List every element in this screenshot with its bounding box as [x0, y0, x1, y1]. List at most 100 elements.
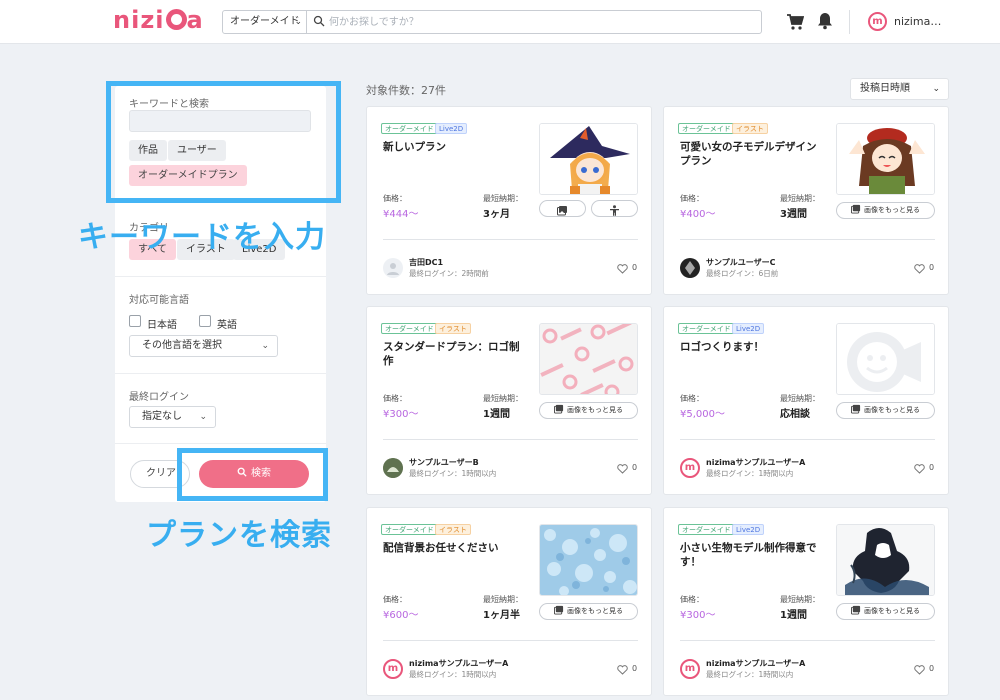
motion-preview-button[interactable] — [591, 200, 638, 217]
heart-icon[interactable] — [914, 264, 925, 274]
plan-price: ¥300〜 — [680, 610, 716, 621]
more-images-label: 画像をもっと見る — [864, 206, 920, 214]
plan-thumbnail[interactable] — [539, 123, 638, 195]
divider — [115, 276, 326, 277]
last-login: 最終ログイン：1時間以内 — [706, 670, 794, 679]
heart-icon[interactable] — [914, 665, 925, 675]
more-images-label: 画像をもっと見る — [864, 607, 920, 615]
delivery-label: 最短納期： — [780, 194, 820, 203]
card-divider — [680, 439, 935, 440]
plan-title[interactable]: 配信背景お任せください — [383, 541, 525, 555]
plan-thumbnail[interactable] — [836, 524, 935, 596]
image-icon — [851, 204, 861, 214]
cart-icon[interactable] — [786, 13, 804, 31]
plan-card[interactable]: オーダーメイド Live2D 新しいプラン 価格： 最短納期： ¥444〜 3ヶ… — [366, 106, 652, 295]
tag-illustration: イラスト — [435, 323, 471, 334]
sort-dropdown[interactable]: 投稿日時順 ⌄ — [850, 78, 949, 100]
plan-title[interactable]: ロゴつくります！ — [680, 340, 822, 354]
plan-card[interactable]: オーダーメイド イラスト 可愛い女の子モデルデザインプラン 価格： 最短納期： … — [663, 106, 949, 295]
user-name[interactable]: nizimaサンプルユーザーA — [706, 658, 805, 669]
language-label: 対応可能言語 — [129, 295, 189, 306]
plan-card[interactable]: オーダーメイド イラスト スタンダードプラン：ロゴ制作 価格： 最短納期： ¥3… — [366, 306, 652, 495]
heart-icon[interactable] — [617, 264, 628, 274]
other-language-dropdown[interactable]: その他言語を選択 ⌄ — [129, 335, 278, 357]
image-icon — [851, 605, 861, 615]
notification-bell-icon[interactable] — [817, 12, 833, 30]
plan-card[interactable]: オーダーメイド Live2D ロゴつくります！ 価格： 最短納期： ¥5,000… — [663, 306, 949, 495]
sort-value: 投稿日時順 — [860, 83, 910, 94]
plan-delivery: 3ヶ月 — [483, 209, 510, 220]
plan-card[interactable]: オーダーメイド イラスト 配信背景お任せください 価格： 最短納期： ¥600〜… — [366, 507, 652, 696]
user-name[interactable]: nizimaサンプルユーザーA — [706, 457, 805, 468]
more-images-button[interactable]: 画像をもっと見る — [539, 402, 638, 419]
more-images-button[interactable]: 画像をもっと見る — [539, 603, 638, 620]
price-label: 価格： — [383, 394, 407, 403]
user-avatar[interactable]: m — [868, 12, 887, 31]
tag-order: オーダーメイド — [381, 524, 438, 535]
plan-price: ¥300〜 — [383, 409, 419, 420]
search-highlight-box — [177, 448, 328, 501]
language-english-checkbox[interactable] — [199, 315, 211, 327]
more-images-label: 画像をもっと見る — [567, 607, 623, 615]
more-images-label: 画像をもっと見る — [567, 406, 623, 414]
tag-live2d: Live2D — [732, 524, 765, 535]
user-name[interactable]: サンプルユーザーC — [706, 257, 775, 268]
result-count: 対象件数：27件 — [366, 84, 446, 97]
search-category-select[interactable]: オーダーメイド ⌄ — [223, 11, 307, 33]
like-count: 0 — [929, 664, 935, 673]
delivery-label: 最短納期： — [780, 394, 820, 403]
user-avatar[interactable] — [383, 458, 403, 478]
user-avatar[interactable]: m — [680, 659, 700, 679]
search-icon — [313, 15, 325, 27]
tag-order: オーダーメイド — [381, 123, 438, 134]
nizima-logo[interactable]: nizi a — [113, 6, 204, 34]
card-divider — [383, 439, 638, 440]
heart-icon[interactable] — [617, 665, 628, 675]
language-japanese-checkbox[interactable] — [129, 315, 141, 327]
user-avatar[interactable]: m — [383, 659, 403, 679]
more-images-button[interactable]: 画像をもっと見る — [836, 402, 935, 419]
user-avatar[interactable] — [383, 258, 403, 278]
user-name[interactable]: サンプルユーザーB — [409, 457, 479, 468]
price-label: 価格： — [680, 394, 704, 403]
more-images-button[interactable] — [539, 200, 586, 217]
price-label: 価格： — [383, 595, 407, 604]
plan-title[interactable]: 可愛い女の子モデルデザインプラン — [680, 140, 822, 168]
user-avatar[interactable] — [680, 258, 700, 278]
person-icon — [610, 205, 619, 216]
search-annotation: プランを検索 — [146, 518, 332, 553]
user-name[interactable]: nizimaサンプルユーザーA — [409, 658, 508, 669]
search-bar: オーダーメイド ⌄ — [222, 10, 762, 34]
user-name[interactable]: nizima… — [894, 15, 941, 28]
other-language-value: その他言語を選択 — [142, 340, 222, 351]
plan-delivery: 1ヶ月半 — [483, 610, 520, 621]
more-images-button[interactable]: 画像をもっと見る — [836, 202, 935, 219]
more-images-button[interactable]: 画像をもっと見る — [836, 603, 935, 620]
card-divider — [383, 239, 638, 240]
plan-thumbnail[interactable] — [836, 123, 935, 195]
heart-icon[interactable] — [617, 464, 628, 474]
keyword-highlight-box — [106, 81, 341, 203]
tag-order: オーダーメイド — [678, 323, 735, 334]
plan-thumbnail[interactable] — [539, 323, 638, 395]
plan-title[interactable]: スタンダードプラン：ロゴ制作 — [383, 340, 525, 368]
like-count: 0 — [632, 463, 638, 472]
card-divider — [680, 239, 935, 240]
plan-title[interactable]: 小さい生物モデル制作得意です！ — [680, 541, 822, 569]
plan-price: ¥5,000〜 — [680, 409, 725, 420]
user-avatar[interactable]: m — [680, 458, 700, 478]
language-japanese-label: 日本語 — [147, 320, 177, 331]
heart-icon[interactable] — [914, 464, 925, 474]
plan-card[interactable]: オーダーメイド Live2D 小さい生物モデル制作得意です！ 価格： 最短納期：… — [663, 507, 949, 696]
image-icon — [851, 404, 861, 414]
plan-thumbnail[interactable] — [539, 524, 638, 596]
last-login-dropdown[interactable]: 指定なし ⌄ — [129, 406, 216, 428]
plan-price: ¥444〜 — [383, 209, 419, 220]
card-divider — [680, 640, 935, 641]
divider — [115, 443, 326, 444]
price-label: 価格： — [383, 194, 407, 203]
plan-title[interactable]: 新しいプラン — [383, 140, 525, 154]
plan-thumbnail[interactable] — [836, 323, 935, 395]
user-name[interactable]: 吉田DC1 — [409, 257, 443, 268]
search-input[interactable] — [329, 14, 749, 30]
